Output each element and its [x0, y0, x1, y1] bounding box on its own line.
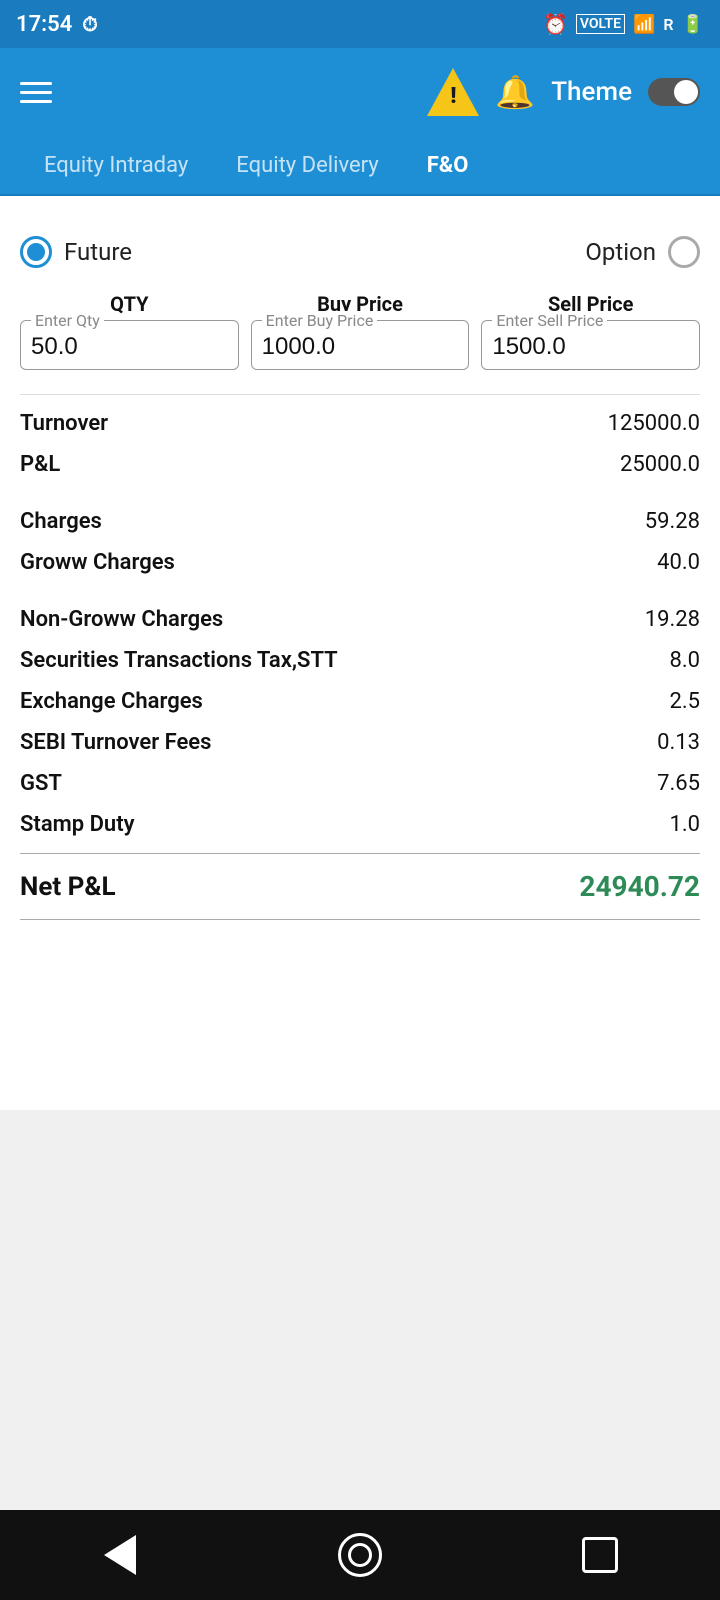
result-row-net-pnl: Net P&L 24940.72: [20, 853, 700, 920]
future-option[interactable]: Future: [20, 236, 132, 268]
stt-label: Securities Transactions Tax,STT: [20, 648, 338, 673]
result-row-groww-charges: Groww Charges 40.0: [20, 542, 700, 583]
result-row-exchange: Exchange Charges 2.5: [20, 681, 700, 722]
buy-price-group: Buy Price Enter Buy Price: [251, 292, 470, 370]
charges-value: 59.28: [645, 509, 700, 534]
groww-charges-value: 40.0: [657, 550, 700, 575]
app-header: 🔔 Theme: [0, 48, 720, 136]
results-table: Turnover 125000.0 P&L 25000.0 Charges 59…: [20, 403, 700, 920]
home-icon: [338, 1533, 382, 1577]
sell-price-input-wrapper: Enter Sell Price: [481, 320, 700, 370]
status-battery-icon: 🔋: [682, 14, 704, 35]
status-signal-icon: 📶: [633, 14, 655, 35]
recents-icon: [582, 1537, 618, 1573]
qty-field-label: Enter Qty: [31, 311, 104, 330]
sell-price-group: Sell Price Enter Sell Price: [481, 292, 700, 370]
non-groww-value: 19.28: [645, 607, 700, 632]
sell-price-field-label: Enter Sell Price: [492, 311, 607, 330]
future-radio[interactable]: [20, 236, 52, 268]
turnover-value: 125000.0: [608, 411, 700, 436]
qty-input[interactable]: [31, 327, 228, 361]
sebi-value: 0.13: [657, 730, 700, 755]
result-row-stamp: Stamp Duty 1.0: [20, 804, 700, 845]
status-bar: 17:54 ⏱ ⏰ VOLTE 📶 R 🔋: [0, 0, 720, 48]
main-content: Future Option QTY Enter Qty Buy Price En…: [0, 196, 720, 1110]
qty-group: QTY Enter Qty: [20, 292, 239, 370]
status-alarm-icon: ⏰: [543, 12, 568, 36]
sell-price-input[interactable]: [492, 327, 689, 361]
empty-area: [0, 1110, 720, 1510]
option-label: Option: [585, 238, 656, 266]
buy-price-input-wrapper: Enter Buy Price: [251, 320, 470, 370]
result-row-sebi: SEBI Turnover Fees 0.13: [20, 722, 700, 763]
tab-bar: Equity Intraday Equity Delivery F&O: [0, 136, 720, 196]
buy-price-field-label: Enter Buy Price: [262, 311, 378, 330]
status-r-icon: R: [663, 15, 673, 34]
result-row-stt: Securities Transactions Tax,STT 8.0: [20, 640, 700, 681]
theme-toggle[interactable]: [648, 78, 700, 106]
groww-charges-label: Groww Charges: [20, 550, 175, 575]
nav-home-button[interactable]: [330, 1525, 390, 1585]
option-option[interactable]: Option: [585, 236, 700, 268]
result-row-pnl: P&L 25000.0: [20, 444, 700, 485]
qty-input-wrapper: Enter Qty: [20, 320, 239, 370]
inputs-row: QTY Enter Qty Buy Price Enter Buy Price …: [20, 292, 700, 370]
back-icon: [104, 1535, 136, 1575]
turnover-label: Turnover: [20, 411, 108, 436]
pnl-label: P&L: [20, 452, 60, 477]
trade-type-selector: Future Option: [20, 236, 700, 268]
net-pnl-value: 24940.72: [579, 870, 700, 903]
status-clock-icon: ⏱: [82, 12, 98, 36]
top-divider: [20, 394, 700, 395]
option-radio[interactable]: [668, 236, 700, 268]
result-row-turnover: Turnover 125000.0: [20, 403, 700, 444]
exchange-value: 2.5: [669, 689, 700, 714]
stt-value: 8.0: [669, 648, 700, 673]
tab-equity-delivery[interactable]: Equity Delivery: [212, 143, 402, 188]
hamburger-menu[interactable]: [20, 82, 52, 103]
nav-recents-button[interactable]: [570, 1525, 630, 1585]
non-groww-label: Non-Groww Charges: [20, 607, 223, 632]
result-row-non-groww: Non-Groww Charges 19.28: [20, 599, 700, 640]
stamp-label: Stamp Duty: [20, 812, 135, 837]
tab-fno[interactable]: F&O: [403, 143, 493, 188]
status-data-icon: VOLTE: [576, 14, 625, 34]
tab-equity-intraday[interactable]: Equity Intraday: [20, 143, 212, 188]
bell-icon[interactable]: 🔔: [495, 73, 535, 111]
future-label: Future: [64, 238, 132, 266]
charges-label: Charges: [20, 509, 102, 534]
stamp-value: 1.0: [669, 812, 700, 837]
result-row-charges: Charges 59.28: [20, 501, 700, 542]
theme-label: Theme: [551, 77, 632, 107]
gst-value: 7.65: [657, 771, 700, 796]
sebi-label: SEBI Turnover Fees: [20, 730, 211, 755]
buy-price-input[interactable]: [262, 327, 459, 361]
net-pnl-label: Net P&L: [20, 872, 116, 902]
gst-label: GST: [20, 771, 62, 796]
warning-icon[interactable]: [427, 66, 479, 118]
status-time: 17:54: [16, 12, 72, 37]
nav-back-button[interactable]: [90, 1525, 150, 1585]
result-row-gst: GST 7.65: [20, 763, 700, 804]
bottom-nav: [0, 1510, 720, 1600]
exchange-label: Exchange Charges: [20, 689, 203, 714]
pnl-value: 25000.0: [620, 452, 700, 477]
